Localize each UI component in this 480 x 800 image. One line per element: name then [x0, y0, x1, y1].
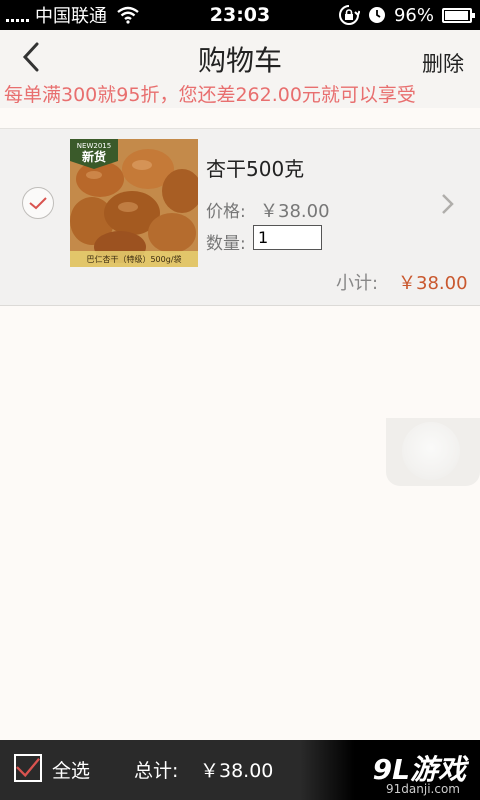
- subtotal-value: ￥38.00: [398, 273, 468, 294]
- watermark-url: 91danji.com: [386, 782, 460, 796]
- status-bar: 中国联通 23:03 96%: [0, 0, 480, 30]
- promo-banner: 每单满300就95折，您还差262.00元就可以享受: [0, 82, 480, 108]
- price-label: 价格:: [206, 202, 246, 222]
- select-all-checkbox[interactable]: [14, 754, 42, 782]
- bottom-bar: 全选 总计: ￥38.00 9L游戏 91danji.com: [0, 740, 480, 800]
- image-badge-main: 新货: [82, 149, 106, 164]
- product-name[interactable]: 杏干500克: [206, 153, 304, 182]
- rotation-lock-icon: [339, 5, 360, 25]
- apricot-photo: NEW2015 新货 巴仁杏干（特级）500g/袋: [70, 139, 198, 267]
- subtotal-label: 小计:: [336, 273, 379, 294]
- item-select-checkbox[interactable]: [22, 187, 54, 219]
- floating-assist-circle: [402, 422, 460, 480]
- floating-assist-button[interactable]: [386, 418, 480, 486]
- select-all-label[interactable]: 全选: [52, 756, 90, 783]
- total-label: 总计:: [134, 760, 179, 782]
- image-caption: 巴仁杏干（特级）500g/袋: [86, 254, 181, 264]
- battery-percent: 96%: [393, 4, 434, 26]
- nav-bar: 购物车 删除: [0, 30, 480, 82]
- watermark: 9L游戏 91danji.com: [300, 740, 480, 800]
- chevron-left-icon: [22, 42, 39, 72]
- cart-item[interactable]: NEW2015 新货 巴仁杏干（特级）500g/袋 杏干500克 价格: ￥38…: [0, 128, 480, 306]
- price-value: ￥38.00: [260, 201, 330, 222]
- quantity-label: 数量:: [206, 234, 246, 254]
- delete-button[interactable]: 删除: [422, 48, 464, 78]
- chevron-right-icon[interactable]: [440, 193, 456, 215]
- battery-icon: [442, 7, 475, 23]
- total-value: ￥38.00: [200, 760, 274, 782]
- image-badge-top: NEW2015: [77, 142, 111, 150]
- alarm-icon: [368, 7, 385, 23]
- quantity-input[interactable]: [253, 225, 322, 250]
- product-image[interactable]: NEW2015 新货 巴仁杏干（特级）500g/袋: [70, 139, 198, 267]
- check-icon: [29, 197, 47, 210]
- back-button[interactable]: [16, 40, 46, 74]
- check-icon: [16, 758, 40, 778]
